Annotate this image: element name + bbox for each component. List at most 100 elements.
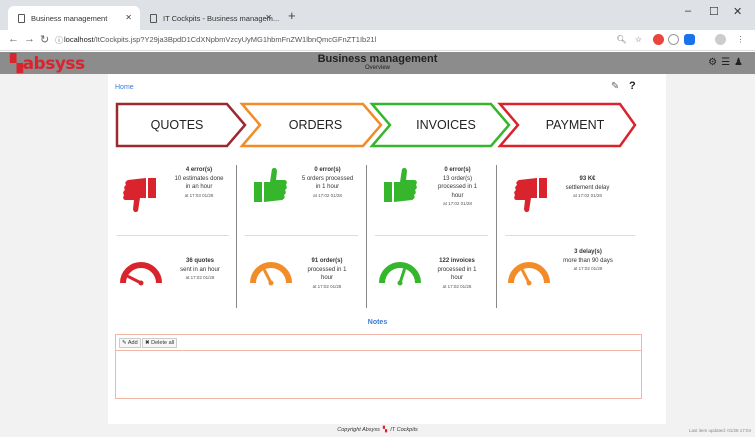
quotes-volume: 36 quotes sent in an hour at 17:02 01/28 bbox=[165, 257, 235, 283]
copyright-text: Copyright Absyss bbox=[337, 427, 380, 433]
step-label-invoices: INVOICES bbox=[416, 118, 476, 132]
status-text: in 1 hour bbox=[315, 184, 340, 191]
tab-title: IT Cockpits - Business managem... bbox=[163, 13, 280, 23]
status-text: hour bbox=[450, 275, 463, 282]
thumbs-up-icon bbox=[254, 167, 287, 202]
status-timestamp: at 17:02 01/28 bbox=[442, 283, 472, 289]
status-text: processed in 1 bbox=[437, 266, 477, 273]
notes-toolbar: ✎ Add ✖ Delete all bbox=[116, 335, 641, 351]
user-icon[interactable]: ♟ bbox=[734, 57, 747, 68]
list-icon[interactable]: ☰ bbox=[721, 57, 734, 68]
close-tab-icon[interactable]: ✕ bbox=[125, 13, 132, 22]
url-path: /ItCockpits.jsp?Y29ja3BpdD1CdXNpbmVzcyUy… bbox=[93, 35, 377, 44]
step-label-orders: ORDERS bbox=[288, 118, 343, 132]
speedometer-icon bbox=[379, 262, 421, 286]
status-headline: 36 quotes bbox=[185, 258, 214, 264]
status-timestamp: at 17:02 01/28 bbox=[313, 192, 342, 198]
status-headline: 0 error(s) bbox=[444, 167, 471, 173]
quotes-status: 4 error(s) 10 estimates done in an hour … bbox=[164, 166, 234, 200]
forward-icon[interactable]: → bbox=[24, 33, 35, 45]
status-text: sent in an hour bbox=[180, 266, 220, 273]
status-text: hour bbox=[451, 192, 464, 199]
close-tab-icon[interactable]: ✕ bbox=[265, 13, 272, 22]
tab-title: Business management bbox=[31, 13, 108, 23]
status-timestamp: at 17:02 01/28 bbox=[573, 266, 603, 272]
status-headline: 122 invoices bbox=[439, 258, 475, 264]
speedometer-icon bbox=[508, 262, 550, 286]
status-text: processed in 1 bbox=[437, 184, 478, 191]
document-icon bbox=[150, 13, 157, 23]
invoices-volume: 122 invoices processed in 1 hour at 17:0… bbox=[422, 257, 492, 291]
back-icon[interactable]: ← bbox=[8, 33, 19, 45]
status-timestamp: at 17:03 01/28 bbox=[184, 192, 214, 198]
notes-title: Notes bbox=[367, 319, 388, 326]
extension-blue-icon[interactable] bbox=[684, 34, 695, 45]
add-note-button[interactable]: ✎ Add bbox=[119, 338, 141, 348]
reload-icon[interactable]: ↻ bbox=[40, 33, 49, 46]
thumbs-up-icon bbox=[384, 167, 417, 202]
status-text: 10 estimates done bbox=[174, 175, 224, 182]
help-icon[interactable]: ? bbox=[629, 80, 636, 92]
minimize-button[interactable]: – bbox=[685, 5, 691, 17]
right-margin bbox=[666, 74, 755, 424]
status-headline: 0 error(s) bbox=[314, 167, 341, 173]
edit-icon[interactable]: ✎ bbox=[611, 81, 619, 92]
browser-tab-active[interactable]: Business management ✕ bbox=[8, 6, 140, 30]
gear-icon[interactable]: ⚙ bbox=[708, 57, 721, 68]
status-headline: 4 error(s) bbox=[185, 167, 213, 173]
status-headline: 93 K€ bbox=[579, 176, 596, 182]
column-divider bbox=[236, 165, 237, 308]
row-divider bbox=[245, 235, 358, 236]
url-field[interactable]: localhost/ItCockpits.jsp?Y29ja3BpdD1CdXN… bbox=[64, 35, 376, 44]
page-title: Business management bbox=[317, 53, 438, 65]
address-bar: ← → ↻ ⓘ localhost/ItCockpits.jsp?Y29ja3B… bbox=[0, 30, 755, 51]
payment-status: 93 K€ settlement delay at 17:02 01/28 bbox=[555, 175, 620, 201]
add-label: Add bbox=[127, 340, 138, 346]
orders-volume: 91 order(s) processed in 1 hour at 17:02… bbox=[292, 257, 362, 291]
extension-red-icon[interactable] bbox=[653, 34, 664, 45]
column-divider bbox=[496, 165, 497, 308]
maximize-button[interactable]: ☐ bbox=[709, 5, 719, 18]
close-window-button[interactable]: ✕ bbox=[733, 5, 742, 18]
browser-tab[interactable]: IT Cockpits - Business managem... ✕ bbox=[140, 6, 280, 30]
pencil-icon: ✎ bbox=[122, 340, 127, 346]
app-header: ▚absyss Business management Overview ⚙☰♟ bbox=[0, 52, 755, 74]
profile-avatar[interactable] bbox=[715, 34, 726, 45]
orders-status: 0 error(s) 5 orders processed in 1 hour … bbox=[290, 166, 365, 200]
row-divider bbox=[505, 235, 635, 236]
status-text: in an hour bbox=[185, 184, 213, 191]
new-tab-button[interactable]: + bbox=[288, 8, 296, 23]
zoom-icon[interactable]: 🔍︎ bbox=[616, 34, 627, 45]
row-divider bbox=[117, 235, 229, 236]
breadcrumb-home[interactable]: Home bbox=[115, 84, 134, 91]
status-timestamp: at 17:02 01/28 bbox=[185, 275, 215, 281]
footer-copyright: Copyright Absyss ▚ IT Cockpits bbox=[0, 427, 755, 433]
step-label-quotes: QUOTES bbox=[150, 118, 204, 132]
absyss-mini-logo-icon: ▚ bbox=[382, 427, 388, 433]
header-icons: ⚙☰♟ bbox=[708, 57, 747, 68]
page-subtitle: Overview bbox=[364, 65, 390, 71]
payment-delays: 3 delay(s) more than 90 days at 17:02 01… bbox=[553, 248, 623, 274]
delete-label: Delete all bbox=[151, 340, 175, 346]
status-headline: 91 order(s) bbox=[311, 258, 343, 264]
info-icon[interactable]: ⓘ bbox=[55, 35, 63, 46]
extension-circle-icon[interactable] bbox=[668, 34, 679, 45]
status-timestamp: at 17:02 01/28 bbox=[573, 193, 602, 199]
document-icon bbox=[18, 13, 25, 23]
product-name: IT Cockpits bbox=[390, 427, 418, 433]
status-timestamp: at 17:02 01/28 bbox=[312, 283, 342, 289]
bookmark-star-icon[interactable]: ☆ bbox=[633, 34, 644, 45]
delete-all-button[interactable]: ✖ Delete all bbox=[142, 338, 178, 348]
menu-dots-icon[interactable]: ⋮ bbox=[735, 34, 746, 45]
status-headline: 3 delay(s) bbox=[574, 249, 602, 255]
speedometer-icon bbox=[120, 262, 162, 286]
url-host: localhost bbox=[64, 35, 94, 44]
step-label-payment: PAYMENT bbox=[545, 118, 605, 132]
row-divider bbox=[375, 235, 488, 236]
status-text: hour bbox=[320, 275, 333, 282]
status-text: processed in 1 bbox=[307, 266, 347, 273]
last-update: Last item updated: 01/28 17:04 bbox=[688, 428, 751, 433]
status-text: 5 orders processed bbox=[301, 175, 354, 182]
speedometer-icon bbox=[250, 262, 292, 286]
invoices-status: 0 error(s) 13 order(s) processed in 1 ho… bbox=[425, 166, 490, 209]
